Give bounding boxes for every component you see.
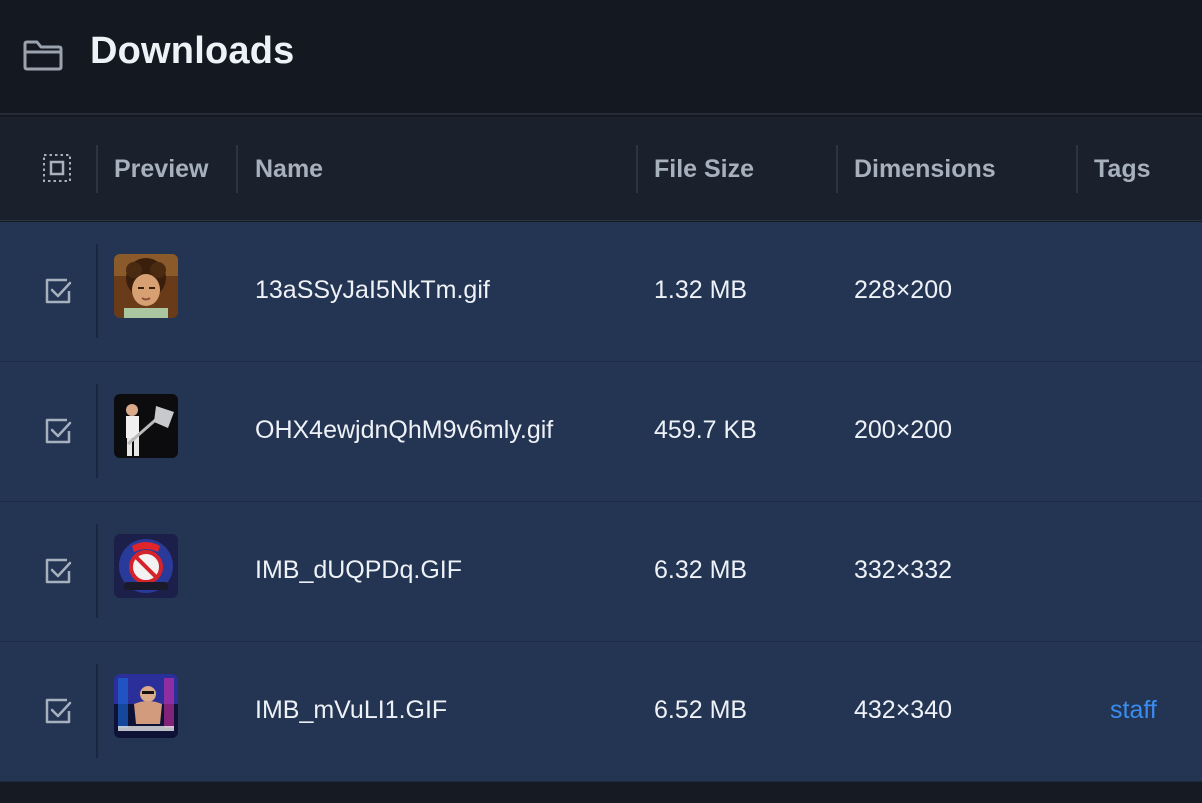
file-dimensions: 432×340 — [854, 696, 953, 724]
column-divider[interactable] — [96, 145, 98, 193]
row-checkbox-checked-icon[interactable] — [43, 696, 73, 726]
file-dimensions: 228×200 — [854, 276, 953, 304]
file-row[interactable]: 13aSSyJaI5NkTm.gif 1.32 MB 228×200 — [0, 222, 1202, 362]
thumbnail-man-with-shovel[interactable] — [114, 394, 178, 458]
column-divider[interactable] — [636, 145, 638, 193]
column-header-preview[interactable]: Preview — [114, 117, 209, 221]
tag-link-staff[interactable]: staff — [1110, 642, 1157, 782]
table-header: Preview Name File Size Dimensions Tags — [0, 117, 1202, 221]
file-size: 6.32 MB — [654, 556, 748, 584]
row-divider — [96, 664, 98, 758]
row-checkbox-checked-icon[interactable] — [43, 416, 73, 446]
folder-icon — [23, 40, 63, 71]
row-divider — [96, 524, 98, 618]
file-row[interactable]: IMB_dUQPDq.GIF 6.32 MB 332×332 — [0, 502, 1202, 642]
thumbnail-neon-poster[interactable] — [114, 674, 178, 738]
column-divider[interactable] — [236, 145, 238, 193]
thumbnail-anti-badge-logo[interactable] — [114, 534, 178, 598]
file-size: 6.52 MB — [654, 696, 748, 724]
row-divider — [96, 244, 98, 338]
downloads-window: Downloads Preview Name File Size Dimensi… — [0, 0, 1202, 803]
file-dimensions: 332×332 — [854, 556, 953, 584]
list-footer — [0, 782, 1202, 803]
row-divider — [96, 384, 98, 478]
column-header-file-size[interactable]: File Size — [654, 117, 754, 221]
file-name: IMB_dUQPDq.GIF — [255, 556, 462, 584]
file-name: 13aSSyJaI5NkTm.gif — [255, 276, 490, 304]
file-row[interactable]: OHX4ewjdnQhM9v6mly.gif 459.7 KB 200×200 — [0, 362, 1202, 502]
file-list: 13aSSyJaI5NkTm.gif 1.32 MB 228×200 OHX4e… — [0, 222, 1202, 782]
thumbnail-curly-hair-man[interactable] — [114, 254, 178, 318]
select-all-icon[interactable] — [42, 153, 72, 183]
column-header-name[interactable]: Name — [255, 117, 323, 221]
file-row[interactable]: IMB_mVuLI1.GIF 6.52 MB 432×340 staff — [0, 642, 1202, 782]
row-checkbox-checked-icon[interactable] — [43, 276, 73, 306]
file-name: IMB_mVuLI1.GIF — [255, 696, 448, 724]
column-divider[interactable] — [1076, 145, 1078, 193]
file-dimensions: 200×200 — [854, 416, 953, 444]
file-size: 459.7 KB — [654, 416, 757, 444]
column-divider[interactable] — [836, 145, 838, 193]
column-header-dimensions[interactable]: Dimensions — [854, 117, 996, 221]
row-checkbox-checked-icon[interactable] — [43, 556, 73, 586]
title-bar: Downloads — [0, 0, 1202, 115]
file-name: OHX4ewjdnQhM9v6mly.gif — [255, 416, 554, 444]
file-size: 1.32 MB — [654, 276, 748, 304]
page-title: Downloads — [90, 30, 295, 72]
column-header-tags[interactable]: Tags — [1094, 117, 1151, 221]
